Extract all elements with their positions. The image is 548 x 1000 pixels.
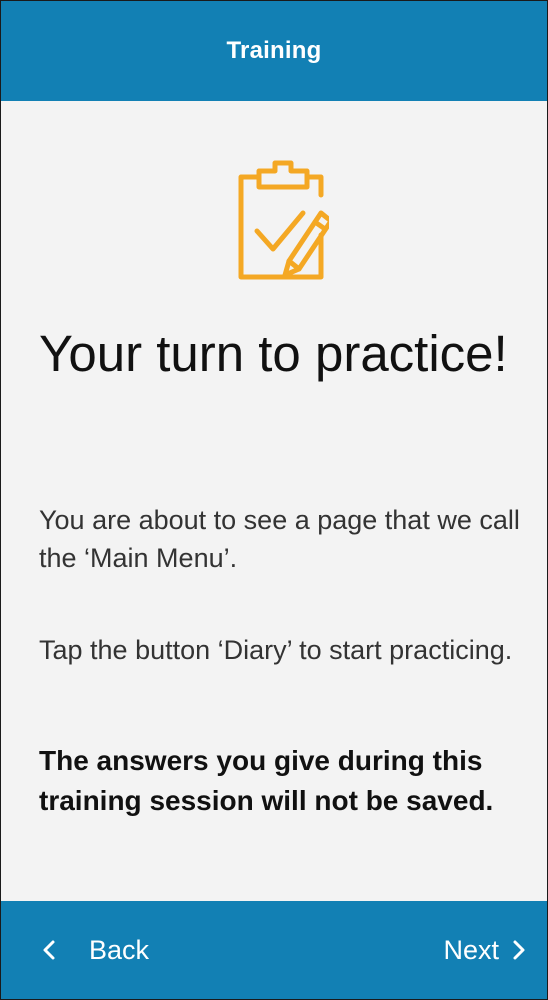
page-title: Training (226, 37, 322, 64)
chevron-right-icon (513, 940, 525, 960)
next-label: Next (443, 934, 499, 965)
footer-bar: Back Next (1, 901, 547, 999)
main-content: Your turn to practice! You are about to … (1, 101, 547, 901)
header-bar: Training (1, 1, 547, 101)
chevron-left-icon (43, 940, 55, 960)
back-label: Back (89, 934, 150, 965)
not-saved-notice: The answers you give during this trainin… (39, 745, 494, 816)
next-button[interactable]: Next (443, 901, 529, 999)
instruction-paragraph: Tap the button ‘Diary’ to start practici… (39, 635, 513, 665)
clipboard-check-pencil-icon (229, 153, 334, 285)
practice-heading: Your turn to practice! (39, 325, 508, 382)
intro-paragraph: You are about to see a page that we call… (39, 505, 520, 573)
back-button[interactable]: Back (39, 901, 149, 999)
app-frame: Training Your turn to practice! You are … (0, 0, 548, 1000)
